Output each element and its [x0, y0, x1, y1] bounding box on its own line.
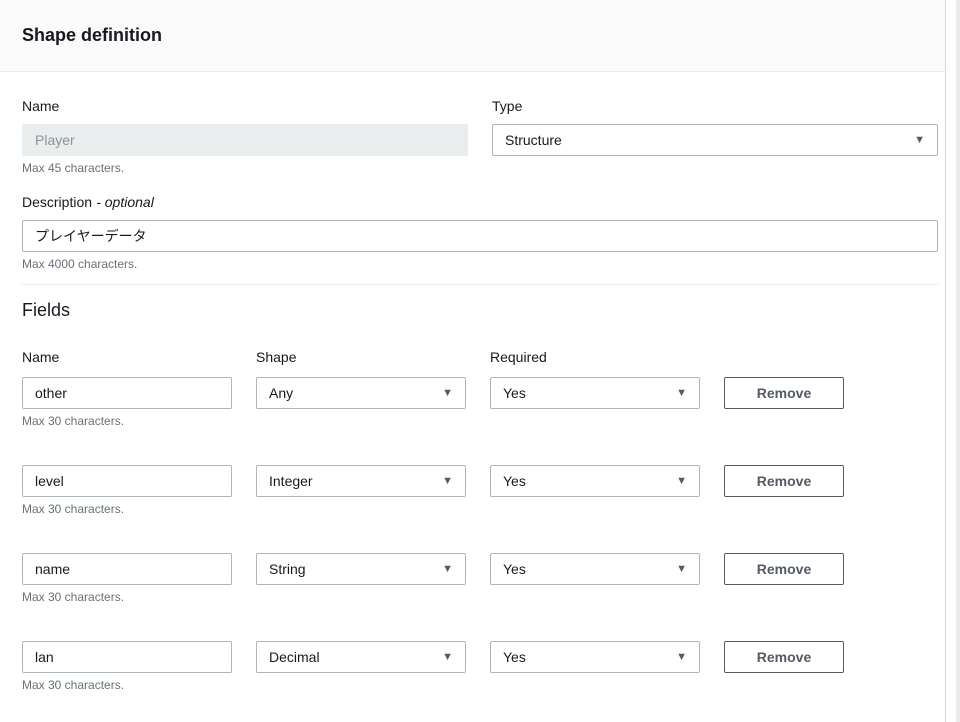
field-row: Max 30 characters. Decimal ▼ Yes ▼ Remov…: [22, 641, 938, 693]
field-name-input[interactable]: [22, 553, 232, 585]
chevron-down-icon: ▼: [676, 652, 687, 663]
field-name-input[interactable]: [22, 641, 232, 673]
vertical-scrollbar-thumb[interactable]: [956, 0, 960, 722]
shape-name-input: [22, 124, 468, 156]
type-label: Type: [492, 96, 938, 116]
remove-field-button[interactable]: Remove: [724, 553, 844, 585]
shape-definition-form: Name Max 45 characters. Type Structure ▼…: [0, 96, 945, 713]
field-shape-select[interactable]: Any ▼: [256, 377, 466, 409]
field-shape-value: Any: [269, 385, 293, 401]
field-required-value: Yes: [503, 561, 526, 577]
field-shape-select[interactable]: Decimal ▼: [256, 641, 466, 673]
chevron-down-icon: ▼: [914, 135, 925, 146]
chevron-down-icon: ▼: [442, 476, 453, 487]
field-name-hint: Max 30 characters.: [22, 413, 232, 429]
field-required-select[interactable]: Yes ▼: [490, 465, 700, 497]
field-row: Max 30 characters. String ▼ Yes ▼ Remove: [22, 553, 938, 605]
remove-field-button[interactable]: Remove: [724, 377, 844, 409]
type-select[interactable]: Structure ▼: [492, 124, 938, 156]
field-name-hint: Max 30 characters.: [22, 501, 232, 517]
field-name-cell: Max 30 characters.: [22, 553, 232, 605]
type-group: Type Structure ▼: [492, 96, 938, 176]
description-label: Description- optional: [22, 192, 938, 212]
chevron-down-icon: ▼: [676, 564, 687, 575]
chevron-down-icon: ▼: [442, 652, 453, 663]
field-shape-select[interactable]: Integer ▼: [256, 465, 466, 497]
column-header-required: Required: [490, 347, 700, 367]
description-input[interactable]: [22, 220, 938, 252]
field-name-input[interactable]: [22, 377, 232, 409]
field-shape-value: Decimal: [269, 649, 320, 665]
field-name-cell: Max 30 characters.: [22, 465, 232, 517]
field-shape-value: Integer: [269, 473, 313, 489]
field-name-input[interactable]: [22, 465, 232, 497]
column-header-shape: Shape: [256, 347, 466, 367]
chevron-down-icon: ▼: [676, 388, 687, 399]
field-name-cell: Max 30 characters.: [22, 641, 232, 693]
field-name-hint: Max 30 characters.: [22, 677, 232, 693]
remove-field-button[interactable]: Remove: [724, 641, 844, 673]
field-shape-value: String: [269, 561, 306, 577]
chevron-down-icon: ▼: [442, 564, 453, 575]
field-required-select[interactable]: Yes ▼: [490, 553, 700, 585]
field-name-hint: Max 30 characters.: [22, 589, 232, 605]
field-required-value: Yes: [503, 473, 526, 489]
vertical-scrollbar-track: [945, 0, 960, 722]
field-row: Max 30 characters. Any ▼ Yes ▼ Remove: [22, 377, 938, 429]
shape-definition-panel: Shape definition Name Max 45 characters.…: [0, 0, 960, 722]
panel-header: Shape definition: [0, 0, 945, 72]
field-required-select[interactable]: Yes ▼: [490, 377, 700, 409]
field-row: Max 30 characters. Integer ▼ Yes ▼ Remov…: [22, 465, 938, 517]
name-group: Name Max 45 characters.: [22, 96, 468, 176]
column-header-name: Name: [22, 347, 232, 367]
field-name-cell: Max 30 characters.: [22, 377, 232, 429]
field-required-value: Yes: [503, 649, 526, 665]
description-group: Description- optional Max 4000 character…: [22, 192, 938, 272]
type-select-value: Structure: [505, 132, 562, 148]
fields-column-headers: Name Shape Required: [22, 347, 938, 367]
chevron-down-icon: ▼: [442, 388, 453, 399]
name-type-row: Name Max 45 characters. Type Structure ▼: [22, 96, 938, 176]
description-hint: Max 4000 characters.: [22, 256, 938, 272]
remove-field-button[interactable]: Remove: [724, 465, 844, 497]
field-required-select[interactable]: Yes ▼: [490, 641, 700, 673]
name-hint: Max 45 characters.: [22, 160, 468, 176]
name-label: Name: [22, 96, 468, 116]
field-shape-select[interactable]: String ▼: [256, 553, 466, 585]
chevron-down-icon: ▼: [676, 476, 687, 487]
section-divider: [22, 284, 938, 285]
field-required-value: Yes: [503, 385, 526, 401]
page-title: Shape definition: [22, 25, 162, 46]
fields-heading: Fields: [22, 297, 938, 323]
